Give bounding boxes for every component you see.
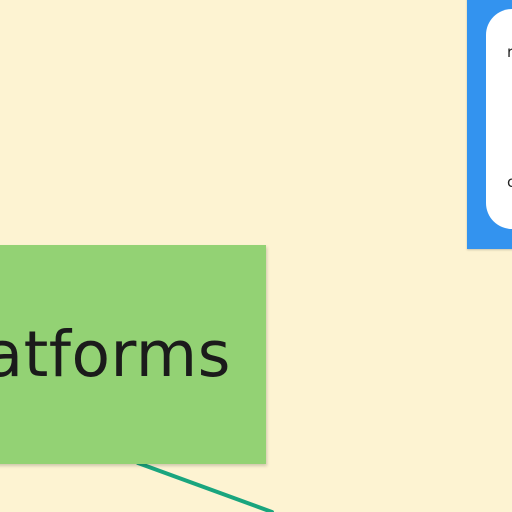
whiteboard-canvas[interactable]: atforms r c (0, 0, 512, 512)
connector-line-stroke (136, 461, 274, 512)
blue-card-text-line: r (507, 43, 512, 61)
blue-card-text-line: c (507, 173, 512, 191)
blue-card-content: r c (486, 9, 512, 229)
sticky-note-label: atforms (0, 318, 231, 391)
blue-card[interactable]: r c (467, 0, 512, 249)
green-sticky-note[interactable]: atforms (0, 245, 266, 464)
